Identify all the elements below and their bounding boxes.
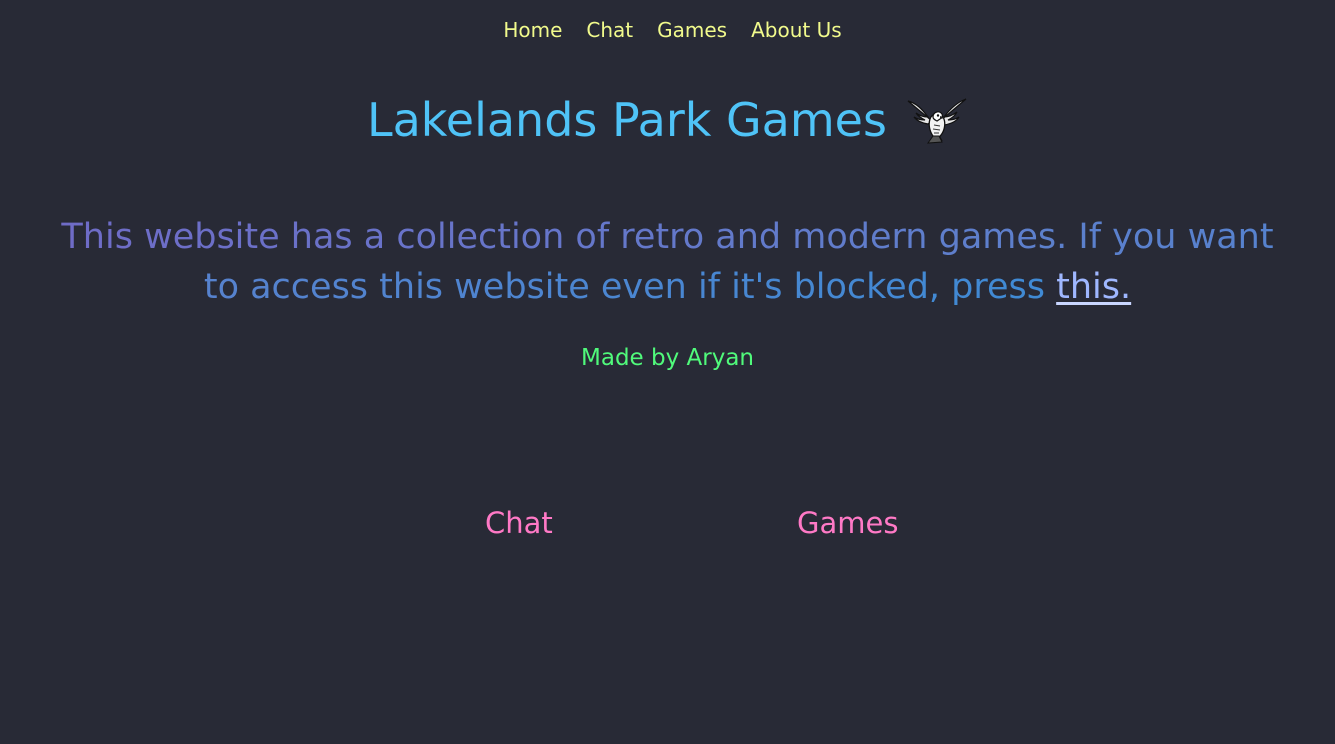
nav-home-link[interactable]: Home — [503, 14, 562, 46]
page-title: Lakelands Park Games — [366, 93, 887, 147]
nav-about-link[interactable]: About Us — [751, 14, 842, 46]
nav-chat-link[interactable]: Chat — [586, 14, 633, 46]
section-links: Chat Games — [0, 503, 1335, 543]
intro-text: This website has a collection of retro a… — [40, 212, 1295, 312]
nav-games-link[interactable]: Games — [657, 14, 727, 46]
top-nav: Home Chat Games About Us — [0, 14, 1335, 46]
credit-text: Made by Aryan — [581, 345, 754, 371]
page: Home Chat Games About Us Lakelands Park … — [0, 0, 1335, 744]
unblock-link[interactable]: this. — [1056, 267, 1131, 307]
hawk-icon — [907, 98, 967, 144]
games-link[interactable]: Games — [797, 503, 898, 543]
title-row: Lakelands Park Games — [0, 88, 1335, 152]
chat-link[interactable]: Chat — [485, 503, 553, 543]
